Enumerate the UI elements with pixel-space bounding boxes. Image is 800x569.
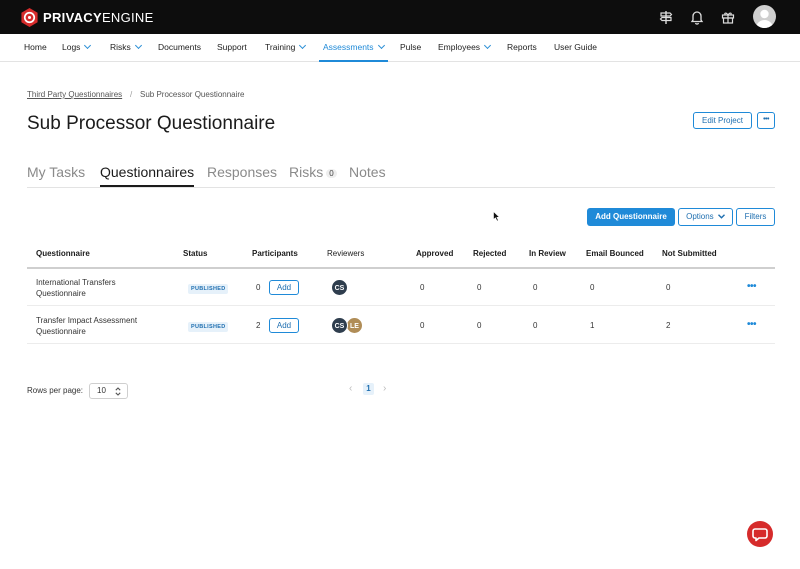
chat-icon — [752, 528, 768, 542]
questionnaire-name-link[interactable]: International Transfers Questionnaire — [36, 277, 156, 299]
questionnaire-name-link[interactable]: Transfer Impact Assessment Questionnaire — [36, 315, 156, 337]
risk-count-badge: 0 — [326, 169, 337, 178]
tab-responses[interactable]: Responses — [207, 164, 277, 180]
participants-count: 2 — [256, 321, 261, 330]
nav-pulse[interactable]: Pulse — [400, 34, 421, 62]
row-actions-button[interactable]: ••• — [747, 281, 757, 292]
tab-questionnaires[interactable]: Questionnaires — [100, 164, 194, 180]
nav-risks[interactable]: Risks — [110, 34, 142, 62]
tab-my-tasks[interactable]: My Tasks — [27, 164, 85, 180]
mouse-cursor-icon — [493, 211, 501, 222]
col-reviewers: Reviewers — [327, 249, 365, 258]
chevron-down-icon — [717, 214, 725, 219]
reviewer-avatar[interactable]: CS — [331, 279, 348, 296]
in-review-count: 0 — [533, 321, 538, 330]
row-divider — [27, 305, 775, 306]
chat-button[interactable] — [747, 521, 773, 547]
participants-count: 0 — [256, 283, 261, 292]
nav-home[interactable]: Home — [24, 34, 47, 62]
chevron-down-icon — [134, 41, 142, 50]
chevron-down-icon — [377, 41, 385, 50]
page-title: Sub Processor Questionnaire — [27, 113, 276, 134]
edit-project-button[interactable]: Edit Project — [693, 112, 752, 129]
row-divider — [27, 343, 775, 344]
breadcrumb-separator: / — [130, 90, 133, 99]
breadcrumb-parent-link[interactable]: Third Party Questionnaires — [27, 90, 122, 99]
col-rejected[interactable]: Rejected — [473, 249, 506, 258]
stepper-caret-icon — [115, 387, 121, 396]
prev-page-button[interactable]: ‹ — [349, 383, 352, 394]
nav-support[interactable]: Support — [217, 34, 247, 62]
more-options-button[interactable]: ••• — [757, 112, 775, 129]
brand-name: PRIVACYENGINE — [43, 9, 154, 25]
brand-logo[interactable]: PRIVACYENGINE — [20, 7, 154, 27]
nav-logs[interactable]: Logs — [62, 34, 92, 62]
add-questionnaire-button[interactable]: Add Questionnaire — [587, 208, 675, 226]
chevron-down-icon — [84, 41, 92, 50]
email-bounced-count: 0 — [590, 283, 595, 292]
email-bounced-count: 1 — [590, 321, 595, 330]
nav-user-guide[interactable]: User Guide — [554, 34, 597, 62]
status-badge: PUBLISHED — [188, 322, 229, 332]
reviewer-avatar[interactable]: CS — [331, 317, 348, 334]
options-dropdown[interactable]: Options — [678, 208, 733, 226]
nav-reports[interactable]: Reports — [507, 34, 537, 62]
col-in-review[interactable]: In Review — [529, 249, 566, 258]
tabs-divider — [27, 187, 775, 188]
approved-count: 0 — [420, 283, 425, 292]
row-actions-button[interactable]: ••• — [747, 319, 757, 330]
chevron-down-icon — [299, 41, 307, 50]
col-email-bounced[interactable]: Email Bounced — [586, 249, 644, 258]
nav-training[interactable]: Training — [265, 34, 307, 62]
not-submitted-count: 0 — [666, 283, 671, 292]
nav-assessments[interactable]: Assessments — [319, 34, 388, 62]
signpost-icon[interactable] — [658, 9, 674, 25]
col-not-submitted[interactable]: Not Submitted — [662, 249, 717, 258]
rows-per-page-select[interactable]: 10 — [89, 383, 128, 399]
add-participant-button[interactable]: Add — [269, 318, 299, 333]
in-review-count: 0 — [533, 283, 538, 292]
tab-notes[interactable]: Notes — [349, 164, 386, 180]
col-approved[interactable]: Approved — [416, 249, 453, 258]
breadcrumb-current: Sub Processor Questionnaire — [140, 90, 245, 99]
reviewer-avatar[interactable]: LE — [346, 317, 363, 334]
col-status[interactable]: Status — [183, 249, 207, 258]
col-questionnaire[interactable]: Questionnaire — [36, 249, 90, 258]
user-avatar-icon[interactable] — [753, 5, 776, 28]
nav-employees[interactable]: Employees — [438, 34, 492, 62]
status-badge: PUBLISHED — [188, 284, 229, 294]
add-participant-button[interactable]: Add — [269, 280, 299, 295]
not-submitted-count: 2 — [666, 321, 671, 330]
table-header-divider — [27, 267, 775, 269]
rows-per-page-label: Rows per page: — [27, 386, 84, 395]
next-page-button[interactable]: › — [383, 383, 386, 394]
rejected-count: 0 — [477, 283, 482, 292]
approved-count: 0 — [420, 321, 425, 330]
gift-icon[interactable] — [720, 9, 736, 25]
main-nav: Home Logs Risks Documents Support Traini… — [0, 34, 800, 62]
current-page[interactable]: 1 — [363, 383, 374, 395]
rejected-count: 0 — [477, 321, 482, 330]
bell-icon[interactable] — [689, 9, 705, 25]
chevron-down-icon — [484, 41, 492, 50]
filters-button[interactable]: Filters — [736, 208, 775, 226]
privacyengine-logo-icon — [21, 7, 38, 27]
col-participants[interactable]: Participants — [252, 249, 298, 258]
tab-risks[interactable]: Risks 0 — [289, 164, 337, 180]
top-bar: PRIVACYENGINE — [0, 0, 800, 34]
nav-documents[interactable]: Documents — [158, 34, 201, 62]
